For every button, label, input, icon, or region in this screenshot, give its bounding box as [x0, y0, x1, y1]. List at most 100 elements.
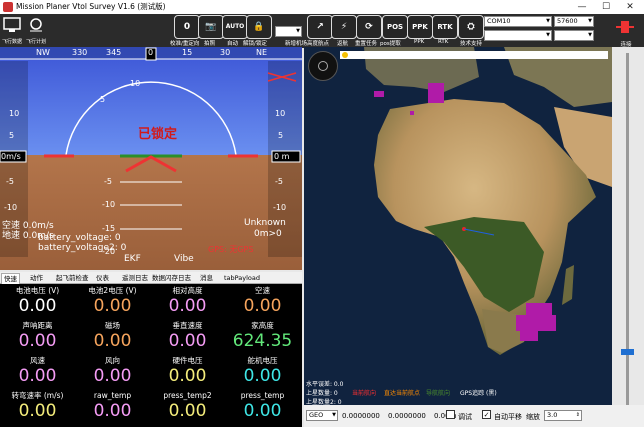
- reset-mission-button[interactable]: ⟳: [356, 15, 382, 39]
- tab-messages[interactable]: 消息: [198, 273, 215, 284]
- legend-target: 直达当前航点: [384, 390, 421, 397]
- lock-icon: 🔒: [253, 22, 265, 32]
- maximize-button[interactable]: ☐: [596, 0, 616, 14]
- rtk-button[interactable]: RTK: [432, 15, 458, 39]
- rtl-button[interactable]: ⚡: [331, 15, 357, 39]
- nav-flight-data-label: 飞行数据: [2, 39, 23, 45]
- support-button[interactable]: ⛭: [458, 15, 484, 39]
- tab-dataflash[interactable]: 数据闪存日志: [150, 273, 193, 284]
- auto-pan-checkbox[interactable]: ✓: [482, 410, 491, 419]
- link2-select[interactable]: ▼: [554, 30, 594, 41]
- legend-gps-track: GPS追踪 (黑): [460, 390, 497, 397]
- vibe-indicator[interactable]: Vibe: [174, 254, 194, 264]
- map-pan-control[interactable]: [308, 51, 338, 81]
- progress-knob[interactable]: [342, 52, 348, 58]
- speed-tick: -5: [6, 177, 14, 186]
- armed-status: 已锁定: [138, 127, 178, 142]
- map-view[interactable]: 水平误差: 0.0 上星数量: 0 上星数量2: 0 当前航向 直达当前航点 导…: [304, 47, 612, 405]
- status-cell-label: 风向: [105, 356, 120, 365]
- add-alt-waypoint-button[interactable]: ↗: [307, 15, 333, 39]
- small-combo[interactable]: ▼: [275, 26, 302, 37]
- app-icon: [3, 2, 13, 12]
- calibrate-button[interactable]: 0: [174, 15, 200, 39]
- status-cell[interactable]: 电池2电压 (V) 0.00: [75, 286, 150, 316]
- status-cell[interactable]: 舵机电压 0.00: [225, 356, 300, 386]
- status-cell[interactable]: 风向 0.00: [75, 356, 150, 386]
- status-cell[interactable]: 磁场 0.00: [75, 321, 150, 351]
- link-select[interactable]: ▼: [484, 30, 552, 41]
- com-port-select[interactable]: COM10 ▼: [484, 16, 552, 27]
- tab-tlogs[interactable]: 遥测日志: [120, 273, 150, 284]
- coord-system-value: GEO: [309, 411, 324, 419]
- connect-button[interactable]: 连接: [612, 18, 640, 48]
- reset-mission-label: 重置任务: [355, 41, 378, 47]
- close-button[interactable]: ✕: [620, 0, 640, 14]
- status-cell[interactable]: 风速 0.00: [0, 356, 75, 386]
- status-cell[interactable]: 家高度 624.35: [225, 321, 300, 351]
- longitude: 0.0000000: [388, 412, 426, 420]
- ppk-button[interactable]: PPK: [407, 15, 433, 39]
- pos-button[interactable]: POS: [382, 15, 408, 39]
- status-cell-value: 0.00: [243, 401, 282, 421]
- chevron-down-icon: ▼: [332, 412, 336, 418]
- status-cell[interactable]: raw_temp 0.00: [75, 391, 150, 421]
- calibrate-label: 校准/重定向: [170, 41, 200, 47]
- status-cell[interactable]: 垂直速度 0.00: [150, 321, 225, 351]
- status-cell-value: 0.00: [18, 331, 57, 351]
- status-cell[interactable]: 硬件电压 0.00: [150, 356, 225, 386]
- status-cell[interactable]: press_temp2 0.00: [150, 391, 225, 421]
- status-cell-value: 0.00: [168, 331, 207, 351]
- tab-preflight[interactable]: 起飞前检查: [54, 273, 91, 284]
- pos-label: pos提取: [380, 41, 401, 47]
- legend-current-heading: 当前航向: [352, 390, 377, 397]
- hud-panel: NW 330 345 0 15 30 NE 10 5 0m/s -5 -10 1…: [0, 47, 302, 270]
- nav-flight-data[interactable]: 飞行数据: [2, 16, 24, 46]
- tab-gauges[interactable]: 仪表: [94, 273, 111, 284]
- zoom-label: 缩放: [526, 413, 540, 421]
- ekf-indicator[interactable]: EKF: [124, 254, 141, 264]
- status-cell-label: 磁场: [105, 321, 120, 330]
- nav-flight-plan[interactable]: 飞行计划: [26, 16, 48, 46]
- zoom-slider-thumb[interactable]: [621, 349, 634, 355]
- sat-count: 上星数量: 0: [306, 390, 338, 397]
- zoom-value: 3.0: [547, 411, 558, 419]
- status-cell[interactable]: 相对高度 0.00: [150, 286, 225, 316]
- status-cell-value: 0.00: [168, 401, 207, 421]
- status-cell[interactable]: press_temp 0.00: [225, 391, 300, 421]
- camera-button[interactable]: 📷: [198, 15, 224, 39]
- com-port-value: COM10: [487, 17, 511, 25]
- zoom-input[interactable]: 3.0 ⇕: [544, 410, 582, 421]
- speed-tick: -10: [4, 203, 18, 212]
- status-cell[interactable]: 电池电压 (V) 0.00: [0, 286, 75, 316]
- arm-button[interactable]: 🔒: [246, 15, 272, 39]
- tab-quick[interactable]: 快速: [1, 273, 20, 284]
- heading-tick: 330: [72, 48, 88, 57]
- heading-tick: 15: [182, 48, 193, 57]
- status-cell-label: 家高度: [251, 321, 274, 330]
- minimize-button[interactable]: —: [572, 0, 592, 14]
- status-cell[interactable]: 空速 0.00: [225, 286, 300, 316]
- auto-pan-label: 自动平移: [494, 413, 522, 421]
- status-cell-label: 相对高度: [172, 286, 203, 295]
- status-cell[interactable]: 转弯速率 (m/s) 0.00: [0, 391, 75, 421]
- baud-select[interactable]: 57600 ▼: [554, 16, 594, 27]
- tab-actions[interactable]: 动作: [28, 273, 45, 284]
- support-label: 技术支持: [460, 41, 483, 47]
- status-cell-label: press_temp: [240, 391, 285, 400]
- status-cell-label: 硬件电压: [172, 356, 203, 365]
- coord-system-select[interactable]: GEO ▼: [306, 410, 338, 421]
- horiz-error: 水平误差: 0.0: [306, 381, 344, 388]
- status-cell-value: 0.00: [93, 331, 132, 351]
- tab-payload[interactable]: tabPayload: [222, 273, 262, 284]
- speed-tick: 10: [9, 109, 20, 118]
- monitor-icon: [3, 17, 21, 32]
- status-cell-value: 0.00: [243, 296, 282, 316]
- status-cell[interactable]: 声呐距离 0.00: [0, 321, 75, 351]
- refresh-icon: ⟳: [365, 22, 373, 32]
- plug-icon: [616, 21, 634, 33]
- chevron-down-icon: ▼: [588, 18, 592, 24]
- auto-button[interactable]: AUTO: [222, 15, 248, 39]
- debug-checkbox[interactable]: [446, 410, 455, 419]
- alt-tick: 10: [275, 109, 286, 118]
- zoom-track[interactable]: [626, 53, 629, 423]
